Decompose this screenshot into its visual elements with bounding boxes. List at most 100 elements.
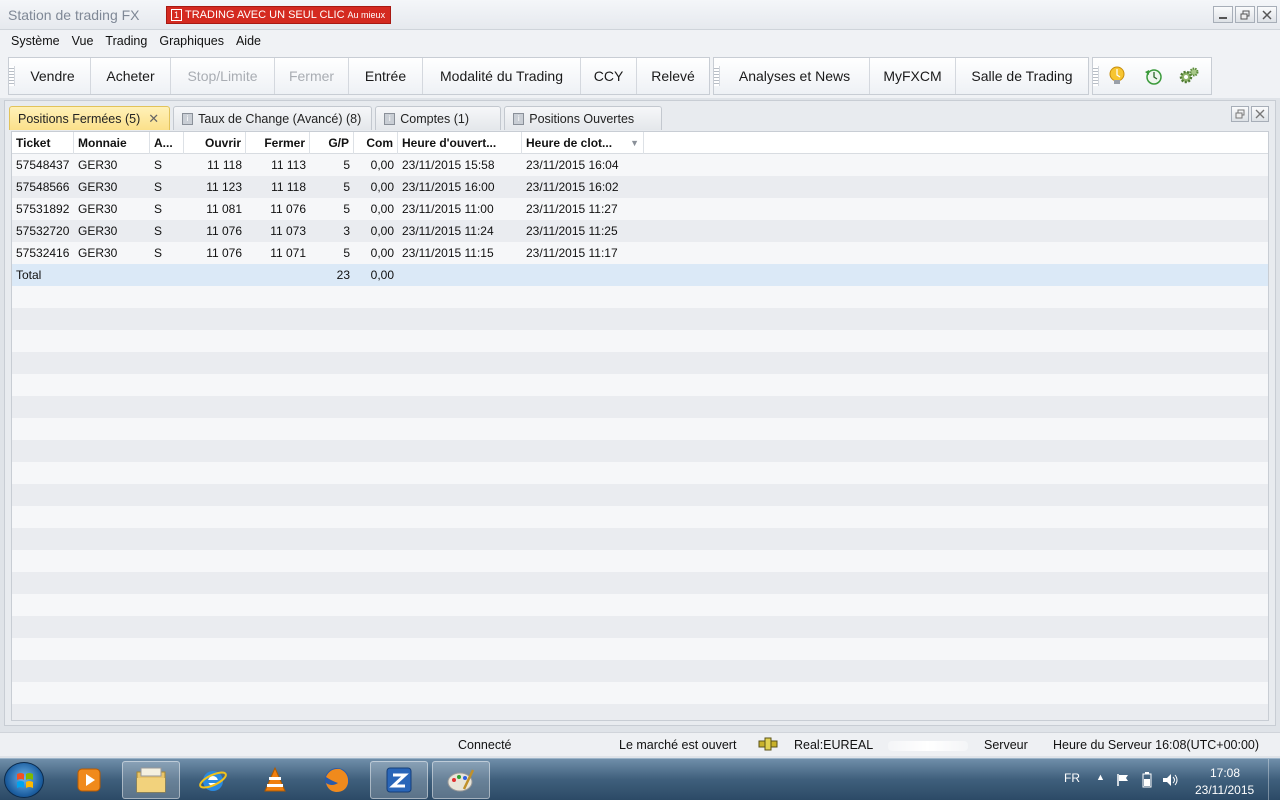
cell-ticket: 57532416 xyxy=(16,246,70,260)
minimize-button[interactable] xyxy=(1213,6,1233,23)
column-header-currency[interactable]: Monnaie xyxy=(74,132,150,154)
table-row[interactable]: 57532720 GER30 S 11 076 11 073 3 0,00 23/11/201… xyxy=(12,220,1268,242)
entry-order-button[interactable]: Entrée xyxy=(349,58,423,94)
cell-open: 11 081 xyxy=(206,202,242,216)
promo-badge: 1 xyxy=(171,9,182,21)
analysis-news-button[interactable]: Analyses et News xyxy=(720,58,870,94)
taskbar-file-explorer[interactable] xyxy=(122,761,180,799)
menu-vue[interactable]: Vue xyxy=(66,34,100,48)
empty-row xyxy=(12,572,1268,594)
clock-time[interactable]: 17:08 xyxy=(1210,766,1240,780)
firefox-icon xyxy=(325,768,349,792)
show-desktop-button[interactable] xyxy=(1268,759,1280,800)
trading-mode-button[interactable]: Modalité du Trading xyxy=(423,58,581,94)
lightbulb-button[interactable] xyxy=(1099,58,1135,94)
tab-closed-positions[interactable]: Positions Fermées (5) ✕ xyxy=(9,106,171,130)
restore-button[interactable] xyxy=(1235,6,1255,23)
window-controls xyxy=(1213,6,1277,23)
panel-restore-button[interactable] xyxy=(1231,106,1249,122)
action-center-flag-icon[interactable] xyxy=(1116,773,1130,787)
empty-row xyxy=(12,286,1268,308)
close-button[interactable] xyxy=(1257,6,1277,23)
cell-currency: GER30 xyxy=(78,158,118,172)
ccy-button[interactable]: CCY xyxy=(581,58,637,94)
empty-row xyxy=(12,616,1268,638)
cell-currency: GER30 xyxy=(78,202,118,216)
myfxcm-button[interactable]: MyFXCM xyxy=(870,58,956,94)
one-click-trading-banner[interactable]: 1 TRADING AVEC UN SEUL CLIC Au mieux xyxy=(166,6,392,24)
vlc-icon xyxy=(264,766,286,792)
taskbar-media-player[interactable] xyxy=(60,761,118,799)
server-time: Heure du Serveur 16:08(UTC+00:00) xyxy=(1053,738,1260,752)
positions-panel: Positions Fermées (5) ✕ i Taux de Change… xyxy=(4,100,1276,726)
empty-row xyxy=(12,506,1268,528)
settings-button[interactable] xyxy=(1171,58,1207,94)
cell-open-time: 23/11/2015 11:00 xyxy=(402,202,494,216)
tab-open-positions[interactable]: i Positions Ouvertes xyxy=(504,106,663,130)
internet-explorer-icon xyxy=(199,771,227,791)
panel-tabs: Positions Fermées (5) ✕ i Taux de Change… xyxy=(9,106,663,130)
services-toolbar-group: Analyses et News MyFXCM Salle de Trading xyxy=(713,57,1089,95)
empty-row xyxy=(12,352,1268,374)
statement-button[interactable]: Relevé xyxy=(637,58,709,94)
column-header-open-time[interactable]: Heure d'ouvert... xyxy=(398,132,522,154)
language-indicator[interactable]: FR xyxy=(1064,771,1080,785)
volume-icon[interactable] xyxy=(1162,772,1178,788)
tab-label: Taux de Change (Avancé) (8) xyxy=(198,111,362,126)
empty-row xyxy=(12,396,1268,418)
window-title: Station de trading FX xyxy=(8,7,140,23)
stop-limit-button[interactable]: Stop/Limite xyxy=(171,58,275,94)
cell-close-time: 23/11/2015 11:25 xyxy=(526,224,618,238)
menu-trading[interactable]: Trading xyxy=(99,34,153,48)
close-tab-icon[interactable]: ✕ xyxy=(148,111,159,127)
taskbar-firefox[interactable] xyxy=(308,761,366,799)
column-header-side[interactable]: A... xyxy=(150,132,184,154)
table-row[interactable]: 57548437 GER30 S 11 118 11 113 5 0,00 23/11/201… xyxy=(12,154,1268,176)
buy-button[interactable]: Acheter xyxy=(91,58,171,94)
close-icon xyxy=(1262,9,1272,20)
taskbar-paint[interactable] xyxy=(432,761,490,799)
show-hidden-icons-icon[interactable]: ▲ xyxy=(1096,772,1105,782)
taskbar-vlc[interactable] xyxy=(246,761,304,799)
column-header-close-time[interactable]: ▼ Heure de clot... xyxy=(522,132,644,154)
battery-icon[interactable] xyxy=(1142,772,1152,788)
table-row[interactable]: 57548566 GER30 S 11 123 11 118 5 0,00 23/11/201… xyxy=(12,176,1268,198)
menu-systeme[interactable]: Système xyxy=(5,34,66,48)
taskbar-internet-explorer[interactable] xyxy=(184,761,242,799)
cell-currency: GER30 xyxy=(78,246,118,260)
empty-row xyxy=(12,462,1268,484)
panel-close-button[interactable] xyxy=(1251,106,1269,122)
column-header-ticket[interactable]: Ticket xyxy=(12,132,74,154)
taskbar-fxcm-trading-station[interactable] xyxy=(370,761,428,799)
close-position-button[interactable]: Fermer xyxy=(275,58,349,94)
tab-exchange-rates[interactable]: i Taux de Change (Avancé) (8) xyxy=(173,106,373,130)
table-row[interactable]: 57531892 GER30 S 11 081 11 076 5 0,00 23/11/201… xyxy=(12,198,1268,220)
connection-status: Connecté xyxy=(458,738,512,752)
history-button[interactable] xyxy=(1135,58,1171,94)
tab-label: Positions Ouvertes xyxy=(529,111,635,126)
cell-close-time: 23/11/2015 11:17 xyxy=(526,246,618,260)
sell-button[interactable]: Vendre xyxy=(15,58,91,94)
tab-accounts[interactable]: i Comptes (1) xyxy=(375,106,502,130)
clock-date[interactable]: 23/11/2015 xyxy=(1195,783,1254,797)
cell-close-time: 23/11/2015 16:02 xyxy=(526,180,619,194)
column-header-open[interactable]: Ouvrir xyxy=(184,132,246,154)
account-label: Real:EUREAL xyxy=(794,738,874,752)
empty-row xyxy=(12,330,1268,352)
column-header-pl[interactable]: G/P xyxy=(310,132,354,154)
column-header-close[interactable]: Fermer xyxy=(246,132,310,154)
cell-side: S xyxy=(154,246,163,260)
menu-aide[interactable]: Aide xyxy=(230,34,267,48)
column-header-commission[interactable]: Com xyxy=(354,132,398,154)
cell-ticket: 57548437 xyxy=(16,158,70,172)
tab-label: Comptes (1) xyxy=(400,111,470,126)
connection-indicator-icon xyxy=(758,737,778,754)
file-explorer-icon xyxy=(136,767,166,793)
trading-room-button[interactable]: Salle de Trading xyxy=(956,58,1088,94)
menu-graphiques[interactable]: Graphiques xyxy=(153,34,230,48)
table-body: 57548437 GER30 S 11 118 11 113 5 0,00 23/11/201… xyxy=(12,154,1268,720)
lightbulb-icon xyxy=(1109,66,1125,84)
start-button[interactable] xyxy=(4,762,44,798)
cell-close: 11 113 xyxy=(271,158,306,172)
table-row[interactable]: 57532416 GER30 S 11 076 11 071 5 0,00 23/11/201… xyxy=(12,242,1268,264)
